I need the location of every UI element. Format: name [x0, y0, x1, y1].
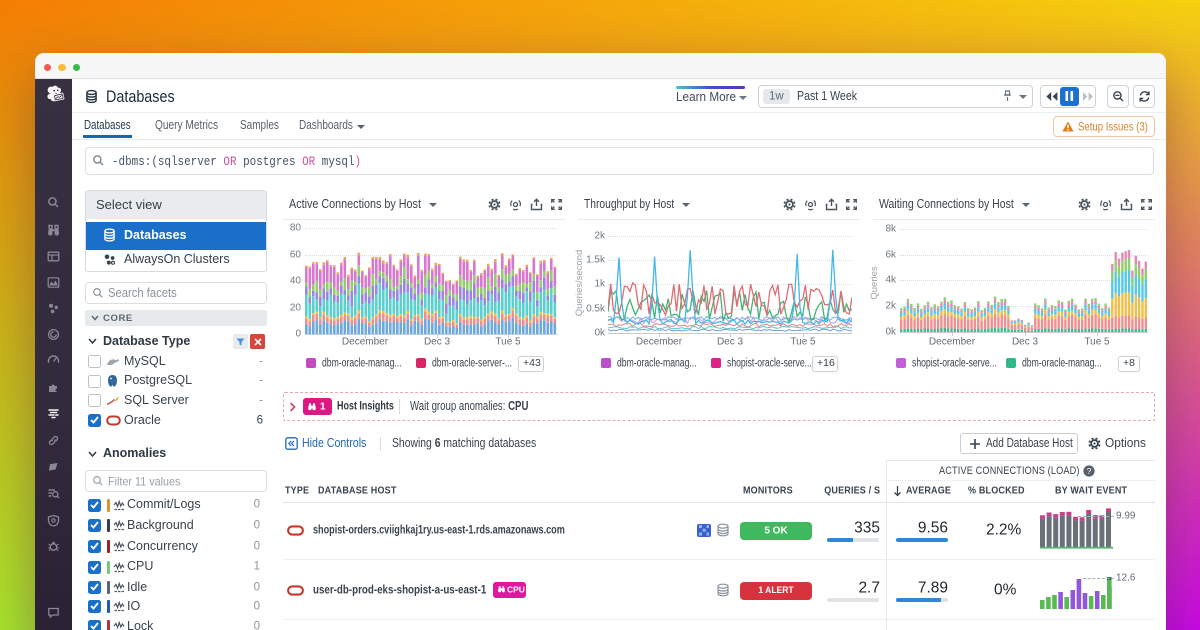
svg-text:?: ? — [1087, 465, 1092, 475]
